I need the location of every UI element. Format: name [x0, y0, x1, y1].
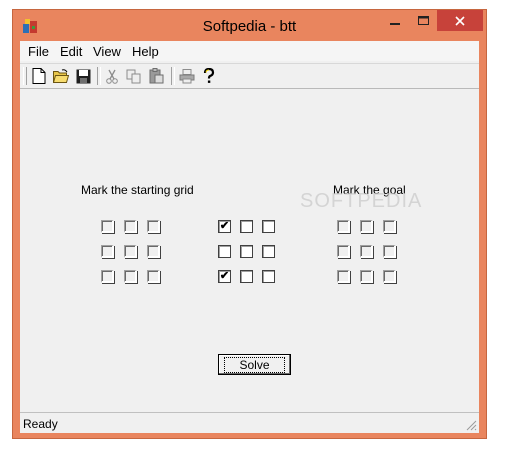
middle-grid-checkbox[interactable]: [240, 270, 253, 283]
start-grid-label: Mark the starting grid: [81, 183, 194, 197]
print-icon[interactable]: [177, 67, 197, 85]
watermark: SOFTPEDIA: [300, 190, 423, 212]
toolbar-separator: [171, 67, 175, 85]
menu-help[interactable]: Help: [132, 44, 159, 59]
minimize-button[interactable]: [381, 10, 409, 31]
open-icon[interactable]: [51, 67, 71, 85]
checkmark-icon: ✔: [219, 270, 230, 282]
close-icon: [455, 15, 465, 26]
client-area: File Edit View Help Mark the starting gr…: [20, 41, 479, 433]
goal-grid-checkbox[interactable]: [383, 270, 396, 283]
goal-grid-checkbox[interactable]: [383, 245, 396, 258]
save-icon[interactable]: [73, 67, 93, 85]
middle-grid-checkbox[interactable]: [218, 245, 231, 258]
middle-grid-checkbox[interactable]: [262, 270, 275, 283]
goal-grid-checkbox[interactable]: [337, 245, 350, 258]
goal-grid-checkbox[interactable]: [337, 270, 350, 283]
goal-grid-checkbox[interactable]: [360, 220, 373, 233]
app-window: Softpedia - btt File Edit View Help Mark…: [12, 9, 487, 439]
close-button[interactable]: [437, 10, 483, 31]
start-grid-checkbox[interactable]: [147, 245, 160, 258]
goal-grid-checkbox[interactable]: [360, 245, 373, 258]
solve-button-label: Solve: [224, 356, 285, 373]
start-grid-checkbox[interactable]: [101, 220, 114, 233]
resize-grip-icon[interactable]: [465, 419, 477, 431]
start-grid-checkbox[interactable]: [124, 270, 137, 283]
help-icon[interactable]: [199, 67, 219, 85]
middle-grid-checkbox[interactable]: [240, 245, 253, 258]
toolbar-separator: [97, 67, 101, 85]
status-text: Ready: [23, 417, 58, 431]
toolbar-grip[interactable]: [23, 67, 27, 85]
cut-icon[interactable]: [102, 67, 122, 85]
middle-grid-checkbox[interactable]: [262, 245, 275, 258]
start-grid-checkbox[interactable]: [124, 245, 137, 258]
start-grid-checkbox[interactable]: [147, 220, 160, 233]
menu-bar: File Edit View Help: [20, 41, 479, 61]
goal-grid-checkbox[interactable]: [383, 220, 396, 233]
menu-view[interactable]: View: [93, 44, 121, 59]
new-icon[interactable]: [29, 67, 49, 85]
status-bar: Ready: [20, 412, 479, 433]
start-grid-checkbox[interactable]: [124, 220, 137, 233]
middle-grid-checkbox[interactable]: [262, 220, 275, 233]
paste-icon[interactable]: [146, 67, 166, 85]
solve-button[interactable]: Solve: [218, 354, 291, 375]
goal-grid-checkbox[interactable]: [360, 270, 373, 283]
start-grid-checkbox[interactable]: [147, 270, 160, 283]
copy-icon[interactable]: [124, 67, 144, 85]
middle-grid-checkbox[interactable]: ✔: [218, 220, 231, 233]
checkmark-icon: ✔: [219, 220, 230, 232]
toolbar: [20, 63, 479, 89]
start-grid-checkbox[interactable]: [101, 245, 114, 258]
middle-grid-checkbox[interactable]: ✔: [218, 270, 231, 283]
middle-grid-checkbox[interactable]: [240, 220, 253, 233]
maximize-button[interactable]: [409, 10, 437, 31]
title-bar[interactable]: Softpedia - btt: [13, 10, 486, 41]
menu-file[interactable]: File: [28, 44, 49, 59]
menu-edit[interactable]: Edit: [60, 44, 82, 59]
goal-grid-checkbox[interactable]: [337, 220, 350, 233]
start-grid-checkbox[interactable]: [101, 270, 114, 283]
